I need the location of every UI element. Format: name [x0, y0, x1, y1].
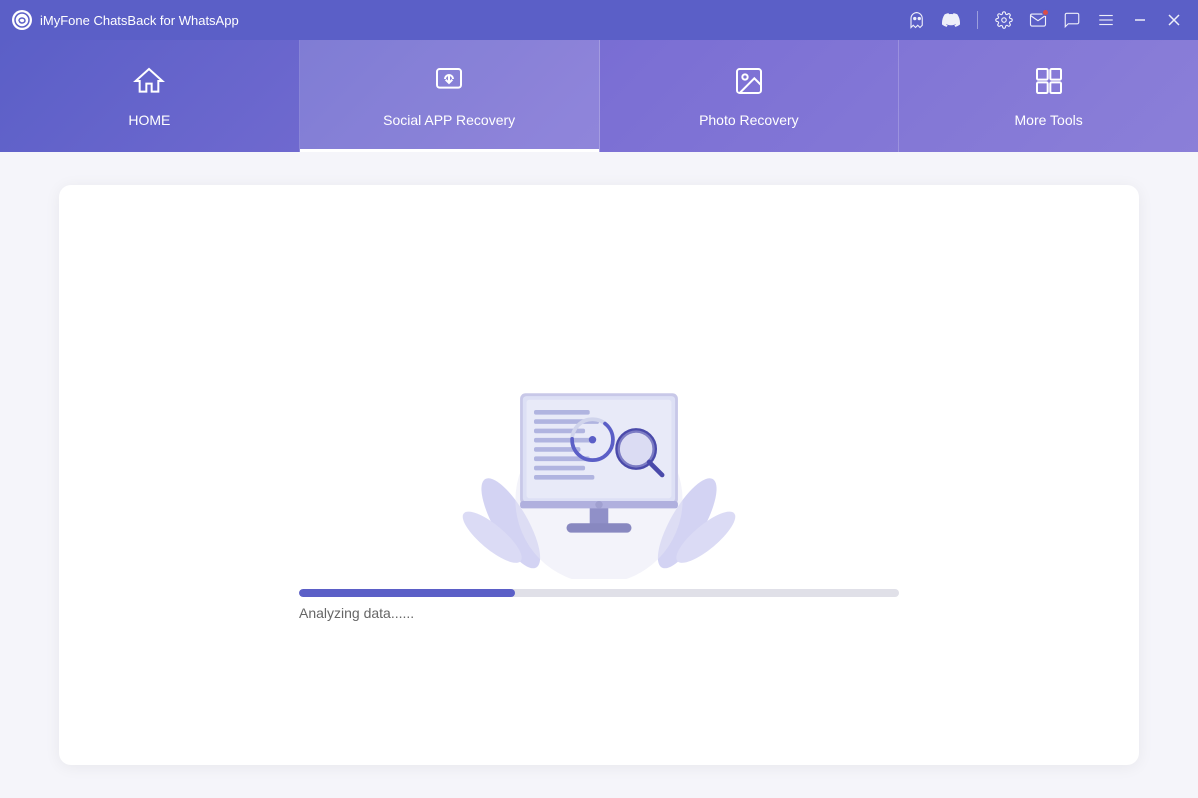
refresh-icon [433, 65, 465, 104]
minimize-button[interactable] [1128, 8, 1152, 32]
progress-bar [299, 589, 899, 597]
tab-more-tools-label: More Tools [1015, 112, 1083, 128]
photo-icon [733, 65, 765, 104]
tab-social-app-recovery[interactable]: Social APP Recovery [300, 40, 600, 152]
progress-fill [299, 589, 515, 597]
home-icon [133, 65, 165, 104]
divider [977, 11, 978, 29]
tab-more-tools[interactable]: More Tools [899, 40, 1198, 152]
progress-container: Analyzing data...... [299, 589, 899, 621]
tools-icon [1033, 65, 1065, 104]
status-text: Analyzing data...... [299, 605, 899, 621]
app-logo [12, 10, 32, 30]
tab-photo-recovery[interactable]: Photo Recovery [600, 40, 900, 152]
chat-icon[interactable] [1060, 8, 1084, 32]
tab-home-label: HOME [128, 112, 170, 128]
titlebar-left: iMyFone ChatsBack for WhatsApp [12, 10, 239, 30]
tab-home[interactable]: HOME [0, 40, 300, 152]
mail-icon[interactable] [1026, 8, 1050, 32]
navbar: HOME Social APP Recovery Photo Recovery [0, 40, 1198, 152]
titlebar: iMyFone ChatsBack for WhatsApp [0, 0, 1198, 40]
settings-icon[interactable] [992, 8, 1016, 32]
content-card: Analyzing data...... [59, 185, 1139, 765]
discord-icon[interactable] [939, 8, 963, 32]
titlebar-right [905, 8, 1186, 32]
app-title: iMyFone ChatsBack for WhatsApp [40, 13, 239, 28]
tab-photo-label: Photo Recovery [699, 112, 799, 128]
main-content: Analyzing data...... [0, 152, 1198, 798]
ghost-icon[interactable] [905, 8, 929, 32]
illustration [409, 329, 789, 569]
menu-icon[interactable] [1094, 8, 1118, 32]
close-button[interactable] [1162, 8, 1186, 32]
tab-social-label: Social APP Recovery [383, 112, 515, 128]
